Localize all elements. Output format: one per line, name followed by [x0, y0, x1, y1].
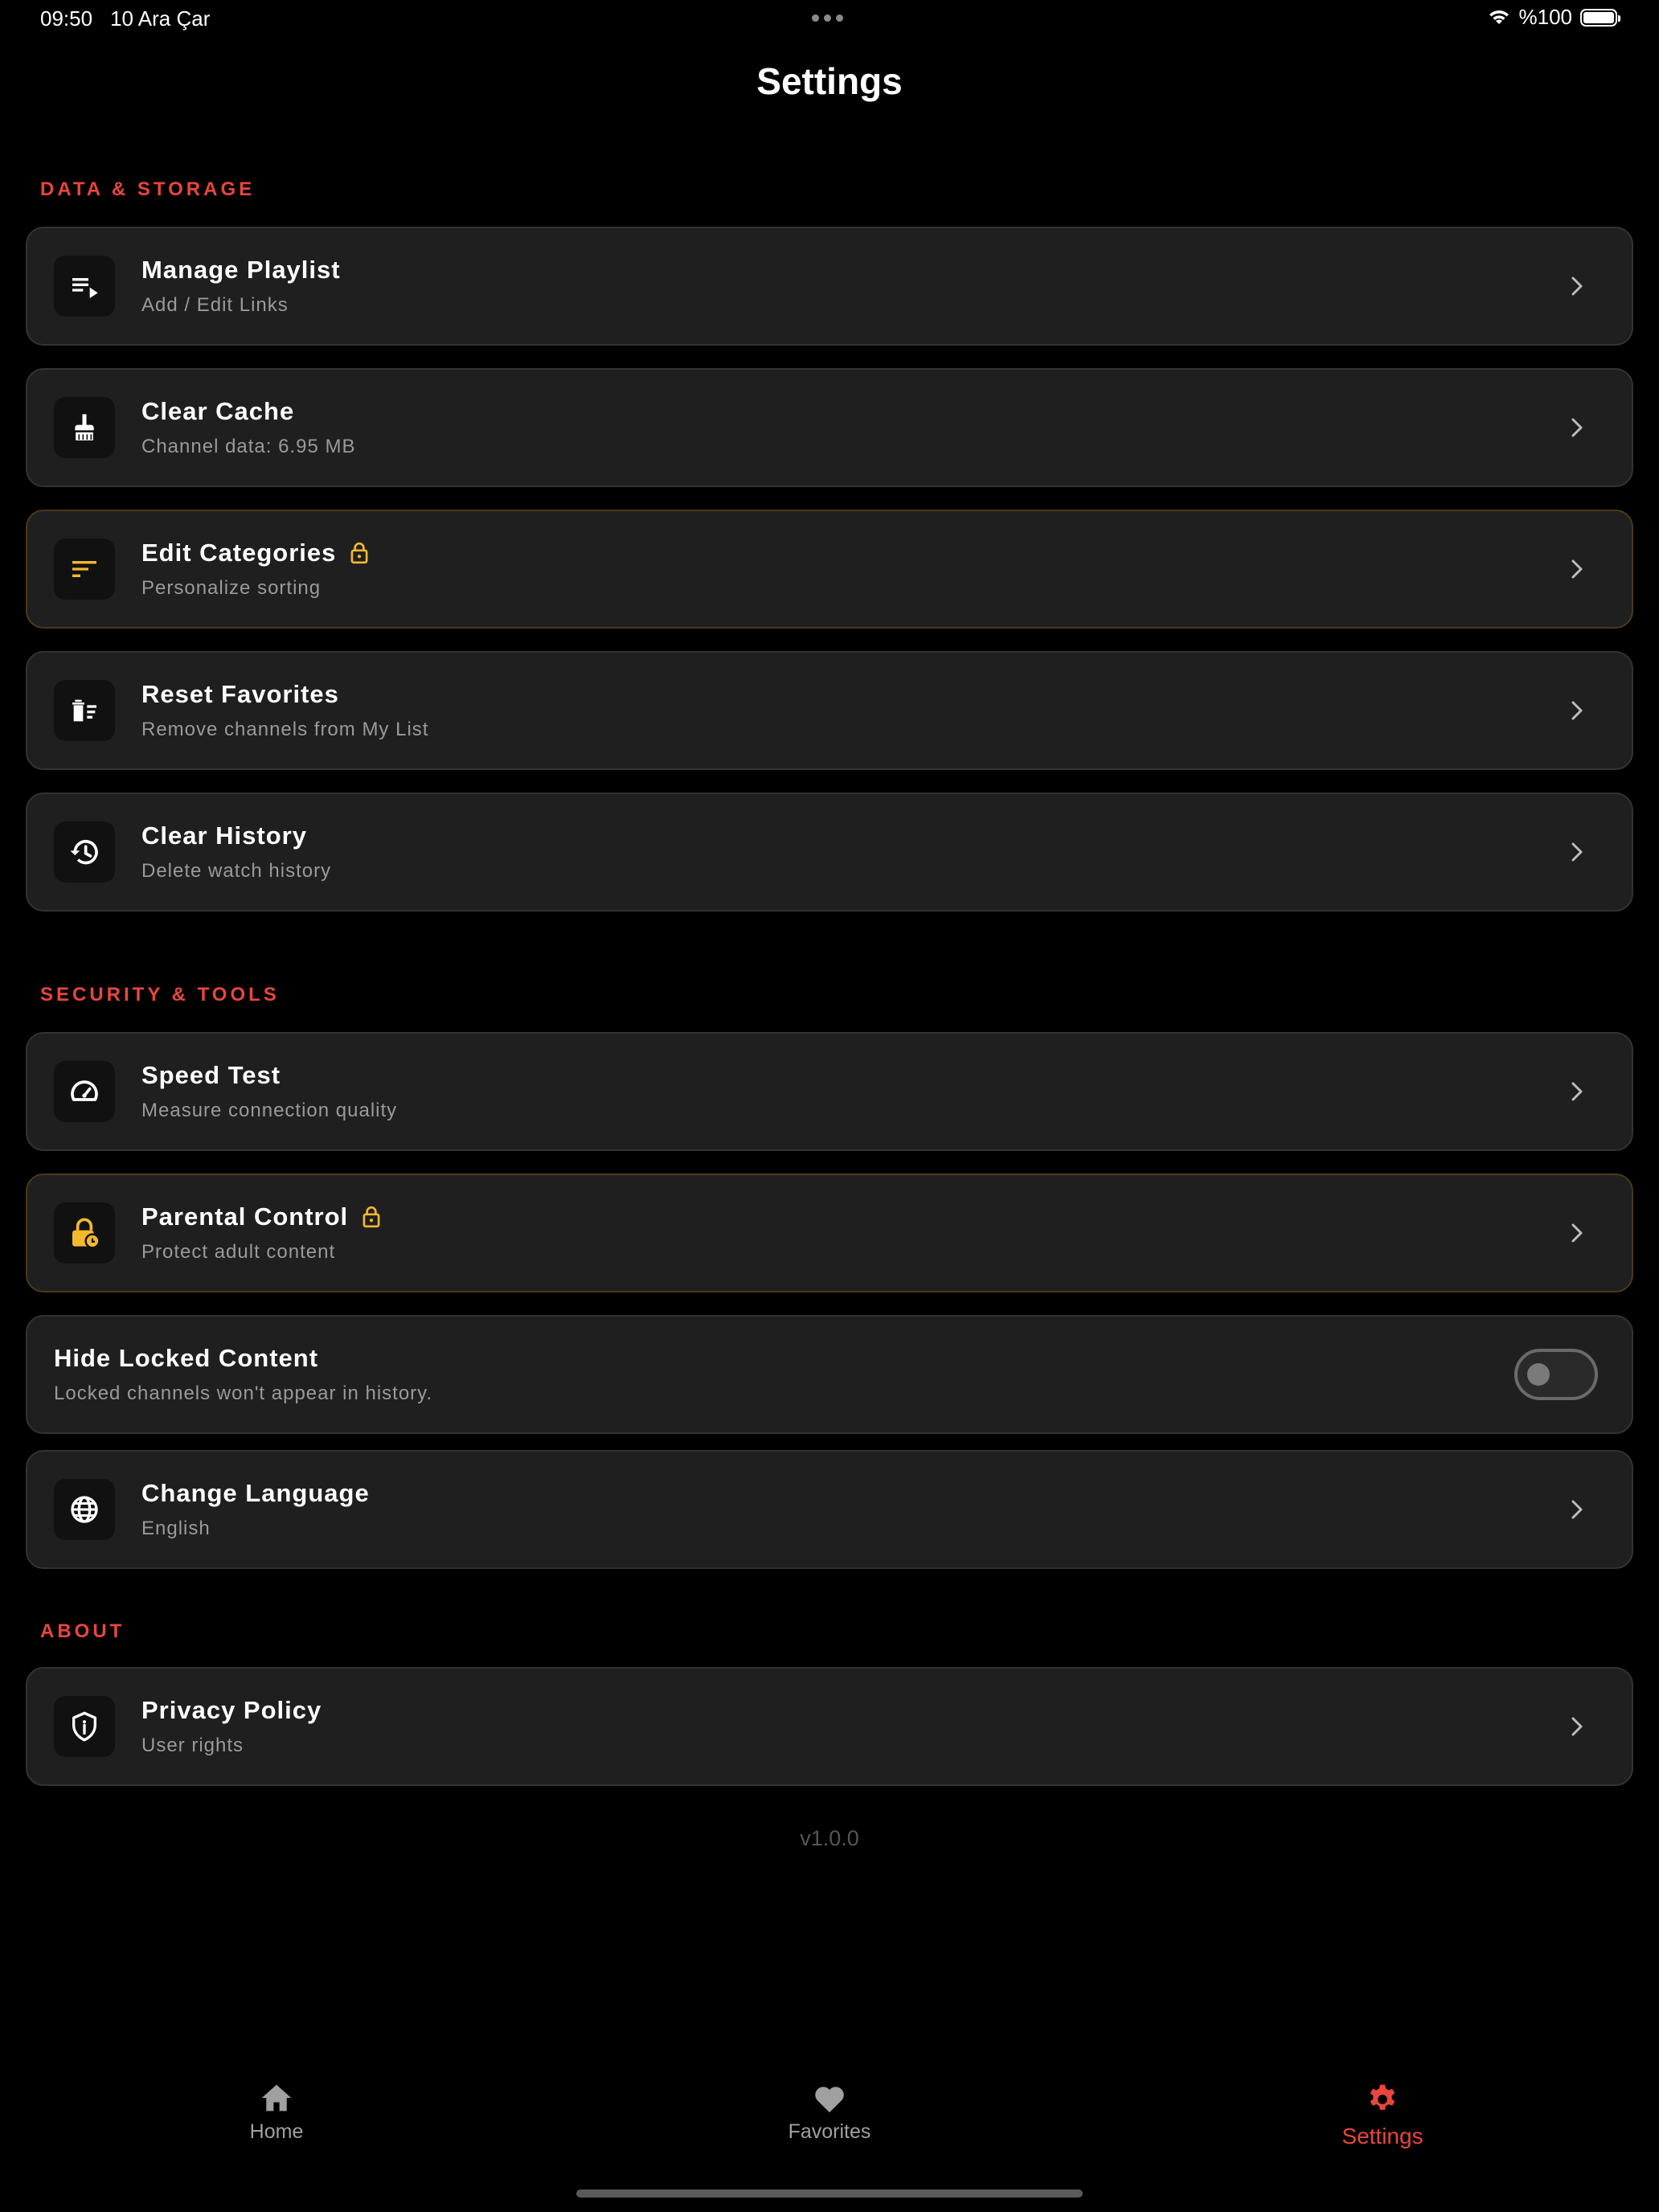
tab-settings-label: Settings [1342, 2124, 1423, 2149]
chevron-right-icon [1563, 1712, 1591, 1741]
section-header-about: ABOUT [40, 1620, 125, 1642]
delete-list-icon [54, 680, 115, 741]
reset-favorites-row[interactable]: Reset Favorites Remove channels from My … [26, 651, 1633, 770]
status-time-date: 09:50 10 Ara Çar [40, 6, 210, 31]
edit-categories-row[interactable]: Edit Categories Personalize sorting [26, 510, 1633, 629]
status-bar: 09:50 10 Ara Çar %100 [0, 0, 1659, 39]
chevron-right-icon [1563, 696, 1591, 725]
page-title: Settings [756, 60, 903, 102]
status-indicators: %100 [1487, 5, 1620, 30]
status-date: 10 Ara Çar [110, 6, 211, 31]
hide-locked-content-subtitle: Locked channels won't appear in history. [54, 1382, 433, 1404]
home-indicator[interactable] [576, 2189, 1083, 2198]
app-version: v1.0.0 [800, 1826, 859, 1850]
hide-locked-content-toggle[interactable] [1514, 1349, 1598, 1400]
globe-icon [54, 1479, 115, 1540]
speed-test-subtitle: Measure connection quality [141, 1100, 398, 1121]
clear-history-title: Clear History [141, 821, 307, 850]
tab-home[interactable]: Home [156, 2082, 397, 2144]
edit-categories-title-wrap: Edit Categories [141, 539, 370, 567]
status-time: 09:50 [40, 6, 93, 31]
tab-home-label: Home [249, 2120, 304, 2143]
change-language-title: Change Language [141, 1479, 370, 1507]
section-header-security-tools: SECURITY & TOOLS [40, 984, 280, 1006]
privacy-policy-title: Privacy Policy [141, 1696, 322, 1724]
change-language-subtitle: English [141, 1518, 211, 1539]
clear-cache-title: Clear Cache [141, 397, 295, 425]
home-icon [261, 2084, 292, 2112]
parental-control-title: Parental Control [141, 1202, 349, 1231]
chevron-right-icon [1563, 1219, 1591, 1247]
chevron-right-icon [1563, 838, 1591, 866]
change-language-row[interactable]: Change Language English [26, 1450, 1633, 1569]
lock-icon [363, 1206, 380, 1228]
clear-history-subtitle: Delete watch history [141, 860, 332, 882]
privacy-policy-row[interactable]: Privacy Policy User rights [26, 1667, 1633, 1786]
gear-icon [1370, 2084, 1395, 2110]
reset-favorites-title: Reset Favorites [141, 680, 339, 708]
history-icon [54, 821, 115, 883]
sort-icon [54, 539, 115, 600]
clear-cache-row[interactable]: Clear Cache Channel data: 6.95 MB [26, 368, 1633, 487]
lock-icon [350, 542, 368, 564]
edit-categories-subtitle: Personalize sorting [141, 577, 322, 599]
manage-playlist-subtitle: Add / Edit Links [141, 294, 289, 316]
clear-cache-subtitle: Channel data: 6.95 MB [141, 436, 356, 457]
clear-history-row[interactable]: Clear History Delete watch history [26, 793, 1633, 911]
wifi-icon [1489, 10, 1509, 24]
speedometer-icon [54, 1061, 115, 1122]
battery-icon [1580, 8, 1620, 27]
manage-playlist-row[interactable]: Manage Playlist Add / Edit Links [26, 227, 1633, 346]
shield-info-icon [54, 1696, 115, 1757]
battery-percentage: %100 [1518, 5, 1573, 29]
parental-control-row[interactable]: Parental Control Protect adult content [26, 1174, 1633, 1292]
edit-categories-title: Edit Categories [141, 539, 337, 567]
heart-icon [815, 2087, 844, 2113]
reset-favorites-subtitle: Remove channels from My List [141, 719, 429, 740]
multitasking-dots-icon[interactable] [812, 14, 843, 22]
tab-favorites-label: Favorites [788, 2120, 871, 2143]
broom-icon [54, 397, 115, 458]
tab-settings[interactable]: Settings [1262, 2082, 1503, 2149]
parental-control-subtitle: Protect adult content [141, 1241, 336, 1263]
manage-playlist-title: Manage Playlist [141, 256, 341, 284]
toggle-knob [1527, 1363, 1550, 1386]
chevron-right-icon [1563, 555, 1591, 584]
chevron-right-icon [1563, 1077, 1591, 1106]
section-header-data-storage: DATA & STORAGE [40, 178, 256, 200]
chevron-right-icon [1563, 1495, 1591, 1524]
parental-control-title-wrap: Parental Control [141, 1202, 382, 1231]
lock-clock-icon [54, 1202, 115, 1264]
tab-bar: Home Favorites Settings [0, 2082, 1659, 2170]
privacy-policy-subtitle: User rights [141, 1735, 244, 1756]
hide-locked-content-row: Hide Locked Content Locked channels won'… [26, 1315, 1633, 1434]
speed-test-row[interactable]: Speed Test Measure connection quality [26, 1032, 1633, 1151]
speed-test-title: Speed Test [141, 1061, 281, 1089]
playlist-play-icon [54, 256, 115, 317]
chevron-right-icon [1563, 413, 1591, 442]
hide-locked-content-title: Hide Locked Content [54, 1344, 319, 1372]
tab-favorites[interactable]: Favorites [709, 2082, 950, 2144]
chevron-right-icon [1563, 272, 1591, 301]
